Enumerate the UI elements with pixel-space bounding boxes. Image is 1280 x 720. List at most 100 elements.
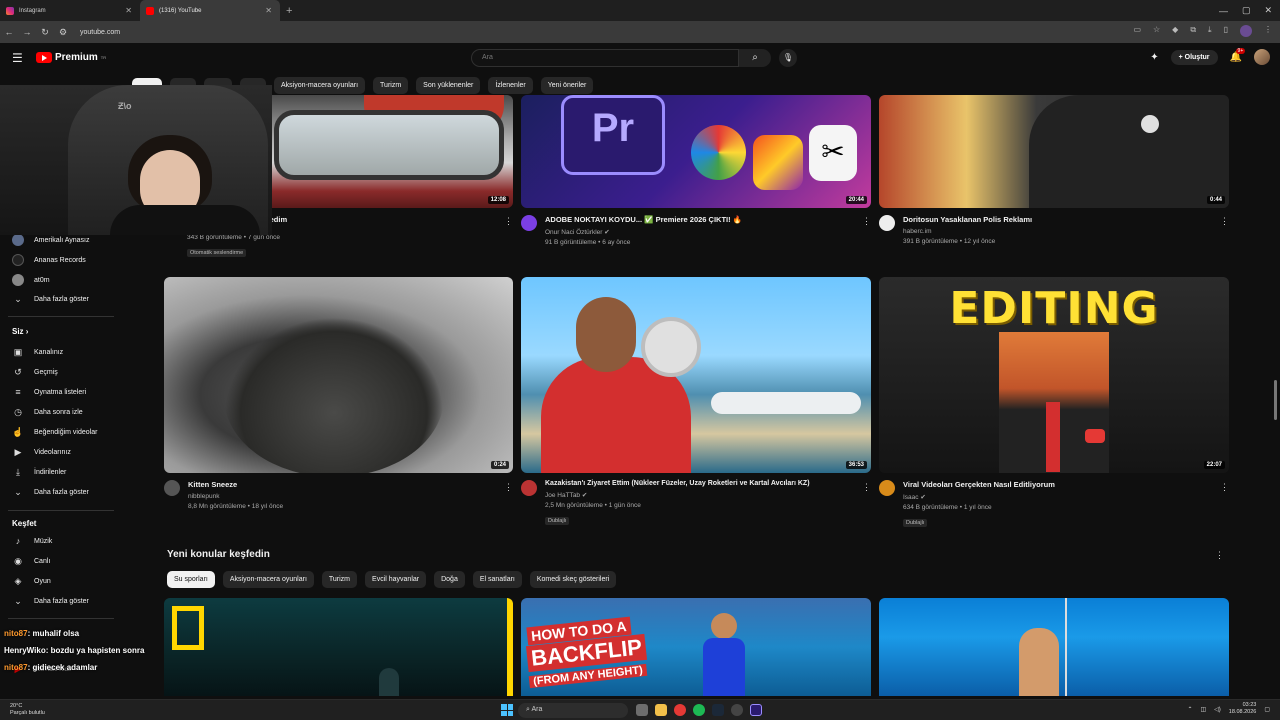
video-thumbnail[interactable] (879, 598, 1229, 696)
sidebar-item-watch-later[interactable]: ◷ Daha sonra izle (12, 407, 83, 418)
obs-icon[interactable] (731, 704, 743, 716)
maximize-icon[interactable]: ▢ (1242, 5, 1251, 16)
more-options-icon[interactable]: ⋮ (1215, 550, 1224, 561)
sidebar-item-live[interactable]: ◉ Canlı (12, 556, 50, 567)
close-icon[interactable]: ✕ (125, 6, 132, 15)
channel-avatar[interactable] (879, 215, 895, 231)
task-view-icon[interactable] (636, 704, 648, 716)
sidebar-item-playlists[interactable]: ≡ Oynatma listeleri (12, 387, 86, 397)
page-scrollbar[interactable] (1274, 380, 1277, 420)
create-button[interactable]: + Oluştur (1170, 49, 1218, 65)
more-options-icon[interactable]: ⋮ (862, 216, 871, 227)
chip[interactable]: Aksiyon-macera oyunları (222, 571, 314, 588)
new-tab-button[interactable]: + (286, 5, 292, 17)
explorer-icon[interactable] (655, 704, 667, 716)
tab-youtube[interactable]: (1316) YouTube ✕ (140, 0, 280, 21)
video-thumbnail[interactable]: Pr ✂ 20:44 (521, 95, 871, 208)
sidepanel-icon[interactable]: ▯ (1224, 25, 1228, 37)
channel-name[interactable]: Onur Naci Öztürkler ✔ (545, 228, 742, 236)
youtube-logo[interactable]: Premium TR (36, 52, 106, 63)
video-title[interactable]: Kazakistan'ı Ziyaret Ettim (Nükleer Füze… (545, 480, 810, 487)
more-options-icon[interactable]: ⋮ (1220, 216, 1229, 227)
notifications-button[interactable]: 🔔 9+ (1230, 47, 1246, 63)
user-avatar[interactable] (1254, 49, 1270, 65)
spotify-icon[interactable] (693, 704, 705, 716)
chip[interactable]: Turizm (321, 571, 358, 588)
url-field[interactable]: youtube.com (80, 29, 120, 36)
channel-avatar[interactable] (879, 480, 895, 496)
video-title[interactable]: ADOBE NOKTAYI KOYDU... ✅ Premiere 2026 Ç… (545, 215, 742, 224)
reload-icon[interactable]: ↻ (36, 27, 54, 38)
close-window-icon[interactable]: ✕ (1264, 5, 1272, 16)
sidebar-item-downloads[interactable]: ⤓ İndirilenler (12, 467, 66, 478)
more-options-icon[interactable]: ⋮ (1220, 482, 1229, 493)
chip[interactable]: Komedi skeç gösterileri (529, 571, 617, 588)
sidebar-item-channel[interactable]: ▣ Kanalınız (12, 347, 63, 358)
video-thumbnail[interactable]: EDITING 22:07 (879, 277, 1229, 473)
chip[interactable]: Su sporları (167, 571, 215, 588)
profile-avatar[interactable] (1240, 25, 1252, 37)
sidebar-item-gaming[interactable]: ◈ Oyun (12, 576, 51, 587)
sidebar-item-history[interactable]: ↺ Geçmiş (12, 367, 58, 378)
channel-name[interactable]: Joe HaTTab ✔ (545, 491, 810, 499)
site-info-icon[interactable]: ⚙ (54, 27, 72, 38)
channel-name[interactable]: haberc.im (903, 228, 1032, 235)
video-thumbnail[interactable] (164, 598, 513, 696)
tab-instagram[interactable]: Instagram ✕ (0, 0, 140, 21)
chip[interactable]: Son yüklenenler (416, 77, 481, 94)
start-button[interactable] (501, 704, 513, 716)
chrome-icon[interactable] (674, 704, 686, 716)
you-more-button[interactable]: ⌄ Daha fazla göster (12, 487, 89, 498)
download-browser-icon[interactable]: ⤓ (1208, 25, 1212, 37)
network-icon[interactable]: ◫ (1201, 706, 1207, 713)
chip[interactable]: Aksiyon-macera oyunları (274, 77, 366, 94)
more-options-icon[interactable]: ⋮ (504, 482, 513, 493)
clock[interactable]: 03:23 18.08.2026 (1229, 702, 1257, 716)
extension-icon[interactable]: ◆ (1172, 25, 1178, 37)
explore-more-button[interactable]: ⌄ Daha fazla göster (12, 596, 89, 607)
more-options-icon[interactable]: ⋮ (862, 482, 871, 493)
chip[interactable]: İzlenenler (488, 77, 533, 94)
close-icon[interactable]: ✕ (265, 6, 272, 15)
video-title[interactable]: Viral Videoları Gerçekten Nasıl Editliyo… (903, 480, 1055, 489)
channel-name[interactable]: nibblepunk (188, 493, 283, 500)
search-button[interactable]: ⌕ (739, 49, 771, 67)
video-thumbnail[interactable]: 0:24 (164, 277, 513, 473)
more-options-icon[interactable]: ⋮ (504, 216, 513, 227)
cast-youtube-icon[interactable]: ✦ (1150, 52, 1158, 63)
sidebar-item-your-videos[interactable]: ▶ Videolarınız (12, 447, 71, 458)
volume-icon[interactable]: ◁) (1214, 706, 1221, 713)
chip[interactable]: El sanatları (472, 571, 522, 588)
sidebar-item-music[interactable]: ♪ Müzik (12, 536, 53, 546)
you-section-title[interactable]: Siz › (12, 327, 28, 336)
voice-search-button[interactable]: 🎙 (779, 49, 797, 67)
back-icon[interactable]: ← (0, 27, 18, 37)
chip[interactable]: Turizm (373, 77, 409, 94)
video-thumbnail[interactable]: 0:44 (879, 95, 1229, 208)
sidebar-sub-2[interactable]: Ananas Records (12, 254, 86, 266)
menu-icon[interactable]: ☰ (12, 51, 23, 65)
channel-avatar[interactable] (521, 480, 537, 496)
forward-icon[interactable]: → (18, 27, 36, 37)
minimize-icon[interactable]: — (1219, 6, 1228, 16)
sidebar-item-liked[interactable]: ☝ Beğendiğim videolar (12, 427, 97, 438)
steam-icon[interactable] (712, 704, 724, 716)
chip[interactable]: Evcil hayvanlar (365, 571, 427, 588)
cast-icon[interactable]: ▭ (1133, 25, 1141, 37)
taskbar-search[interactable]: ⌕ Ara (518, 703, 628, 718)
premiere-icon[interactable] (750, 704, 762, 716)
video-thumbnail[interactable]: 36:53 (521, 277, 871, 473)
notification-center-icon[interactable]: ▢ (1264, 706, 1270, 713)
search-input[interactable]: Ara (471, 49, 739, 67)
channel-name[interactable]: Isaac ✔ (903, 493, 1055, 501)
video-title[interactable]: Doritosun Yasaklanan Polis Reklamı (903, 215, 1032, 224)
channel-avatar[interactable] (164, 480, 180, 496)
star-icon[interactable]: ☆ (1153, 25, 1160, 37)
sidebar-sub-1[interactable]: Amerikalı Aynasız (12, 234, 90, 246)
chevron-up-icon[interactable]: ⌃ (1187, 706, 1192, 713)
chip[interactable]: Yeni öneriler (540, 77, 594, 94)
video-title[interactable]: Kitten Sneeze (188, 480, 283, 489)
sidebar-sub-3[interactable]: at0m (12, 274, 50, 286)
subs-more-button[interactable]: ⌄ Daha fazla göster (12, 294, 89, 305)
menu-dots-icon[interactable]: ⋮ (1264, 25, 1272, 37)
